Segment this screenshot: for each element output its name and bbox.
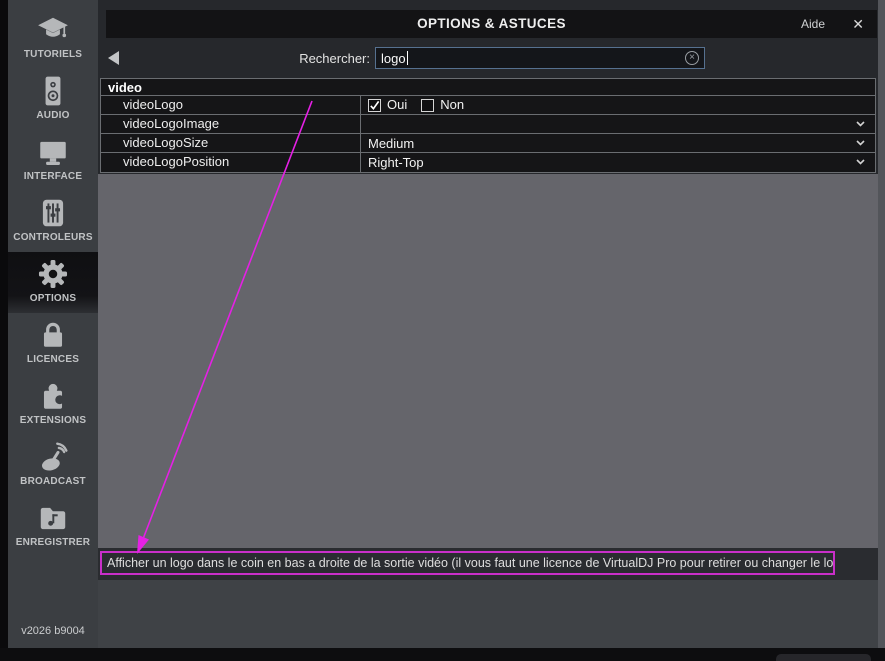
description-strip: Afficher un logo dans le coin en bas a d…	[98, 548, 878, 580]
setting-name: videoLogoSize	[101, 134, 361, 152]
settings-group-header: video	[101, 79, 875, 96]
page-title: OPTIONS & ASTUCES	[106, 10, 877, 38]
left-edge-strip	[0, 0, 8, 648]
search-value: logo	[381, 51, 406, 66]
sidebar-item-label: ENREGISTRER	[8, 537, 98, 548]
sidebar-item-label: INTERFACE	[8, 171, 98, 182]
close-button[interactable]: ✕	[852, 10, 864, 38]
empty-settings-area	[98, 174, 878, 548]
sliders-icon	[36, 196, 70, 230]
setting-row-videoLogo[interactable]: videoLogo Oui Non	[101, 96, 875, 115]
sidebar-item-tutoriels[interactable]: TUTORIELS	[8, 8, 98, 69]
version-label: v2026 b9004	[8, 625, 98, 637]
sidebar-item-controleurs[interactable]: CONTROLEURS	[8, 191, 98, 252]
text-caret	[407, 51, 408, 65]
graduation-cap-icon	[36, 13, 70, 47]
checkbox-oui-label: Oui	[387, 96, 407, 114]
back-button[interactable]	[108, 51, 119, 65]
right-edge-strip	[878, 0, 885, 648]
checkbox-non-label: Non	[440, 96, 464, 114]
content-panel: OPTIONS & ASTUCES Aide ✕ Rechercher: log…	[98, 0, 878, 648]
checkbox-non[interactable]	[421, 99, 434, 112]
search-input[interactable]: logo ×	[375, 47, 705, 69]
chevron-down-icon	[856, 140, 865, 146]
sidebar-item-options[interactable]: OPTIONS	[8, 252, 98, 313]
bottom-panel	[98, 580, 878, 648]
setting-dropdown[interactable]: Medium	[361, 134, 875, 152]
sidebar-item-label: AUDIO	[8, 110, 98, 121]
dropdown-value: Medium	[368, 136, 414, 151]
sidebar-item-label: BROADCAST	[8, 476, 98, 487]
clear-search-icon[interactable]: ×	[685, 51, 699, 65]
settings-table: video videoLogo Oui Non videoLogoImage	[100, 78, 876, 173]
sidebar-item-audio[interactable]: AUDIO	[8, 69, 98, 130]
gear-icon	[36, 257, 70, 291]
options-dialog: TUTORIELS AUDIO INTERFACE	[0, 0, 885, 661]
sidebar-item-label: TUTORIELS	[8, 49, 98, 60]
sidebar-item-label: LICENCES	[8, 354, 98, 365]
setting-name: videoLogoImage	[101, 115, 361, 133]
chevron-down-icon	[856, 121, 865, 127]
speaker-icon	[36, 74, 70, 108]
sidebar-item-enregistrer[interactable]: ENREGISTRER	[8, 496, 98, 557]
setting-row-videoLogoSize[interactable]: videoLogoSize Medium	[101, 134, 875, 153]
setting-name: videoLogoPosition	[101, 153, 361, 172]
setting-value: Oui Non	[361, 96, 875, 114]
chevron-down-icon	[856, 159, 865, 165]
bottom-tab-shape	[776, 654, 871, 661]
setting-dropdown[interactable]	[361, 115, 875, 133]
checkbox-oui[interactable]	[368, 99, 381, 112]
setting-description: Afficher un logo dans le coin en bas a d…	[100, 551, 835, 575]
sidebar-item-label: CONTROLEURS	[8, 232, 98, 243]
setting-dropdown[interactable]: Right-Top	[361, 153, 875, 172]
check-icon	[369, 100, 380, 111]
setting-name: videoLogo	[101, 96, 361, 114]
title-bar: OPTIONS & ASTUCES Aide ✕	[106, 10, 877, 38]
dropdown-value: Right-Top	[368, 155, 424, 170]
padlock-icon	[36, 318, 70, 352]
sidebar: TUTORIELS AUDIO INTERFACE	[8, 0, 98, 648]
sidebar-item-licences[interactable]: LICENCES	[8, 313, 98, 374]
broadcast-icon	[36, 440, 70, 474]
sidebar-item-label: OPTIONS	[8, 293, 98, 304]
search-label: Rechercher:	[238, 51, 370, 66]
setting-row-videoLogoPosition[interactable]: videoLogoPosition Right-Top	[101, 153, 875, 172]
sidebar-item-extensions[interactable]: EXTENSIONS	[8, 374, 98, 435]
help-button[interactable]: Aide	[801, 10, 825, 38]
monitor-icon	[36, 135, 70, 169]
sidebar-item-broadcast[interactable]: BROADCAST	[8, 435, 98, 496]
sidebar-item-interface[interactable]: INTERFACE	[8, 130, 98, 191]
bottom-edge-strip	[0, 648, 885, 661]
setting-row-videoLogoImage[interactable]: videoLogoImage	[101, 115, 875, 134]
puzzle-icon	[36, 379, 70, 413]
sidebar-item-label: EXTENSIONS	[8, 415, 98, 426]
folder-music-icon	[36, 501, 70, 535]
